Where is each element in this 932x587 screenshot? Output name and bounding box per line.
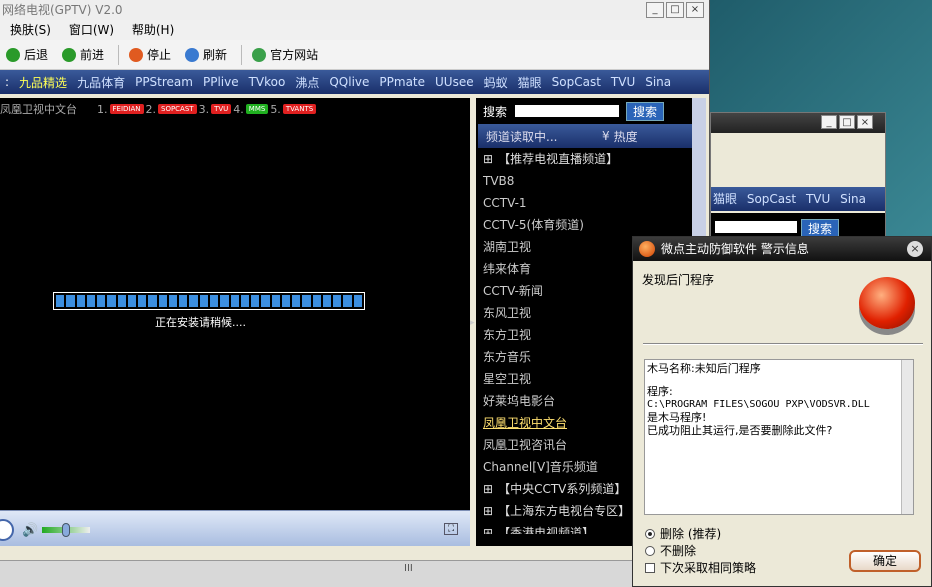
forward-arrow-icon xyxy=(62,47,77,62)
search-input[interactable] xyxy=(515,105,620,117)
menu-bar: 换肤(S) 窗口(W) 帮助(H) xyxy=(0,20,709,40)
expand-icon: ⊞ xyxy=(483,482,494,496)
detail-textarea[interactable]: 木马名称:未知后门程序 程序: C:\PROGRAM FILES\SOGOU P… xyxy=(644,359,914,515)
stop-icon xyxy=(129,47,144,62)
source-tag[interactable]: SOPCAST xyxy=(158,104,197,114)
volume-icon[interactable]: 🔊 xyxy=(22,523,38,538)
alarm-light-icon xyxy=(859,277,915,329)
collapse-arrow-icon[interactable]: ▸ xyxy=(470,318,475,328)
globe-icon xyxy=(252,47,267,62)
same-policy-option[interactable]: 下次采取相同策略 xyxy=(645,559,756,576)
channel-item[interactable]: CCTV-1 xyxy=(476,192,694,214)
nav-item[interactable]: QQlive xyxy=(329,75,369,89)
nav-item[interactable]: UUsee xyxy=(435,75,474,89)
maximize-button[interactable]: □ xyxy=(666,2,684,18)
nav-item[interactable]: 猫眼 xyxy=(518,74,542,91)
fullscreen-icon[interactable]: ⛶ xyxy=(444,523,458,535)
nav-item[interactable]: SopCast xyxy=(552,75,601,89)
dialog-title-bar: 微点主动防御软件 警示信息 × xyxy=(633,237,931,261)
checkbox[interactable] xyxy=(645,562,655,573)
search-button[interactable]: 搜索 xyxy=(626,101,665,121)
bg-maximize-button[interactable]: □ xyxy=(839,115,855,129)
nav-item[interactable]: Sina xyxy=(645,75,671,89)
textarea-scrollbar[interactable] xyxy=(901,360,913,514)
app-logo-icon xyxy=(639,241,655,257)
install-status: 正在安装请稍候.... xyxy=(155,316,246,329)
source-tag[interactable]: TVANTS xyxy=(282,104,317,114)
radio-checked[interactable] xyxy=(645,528,655,539)
bg-close-button[interactable]: × xyxy=(857,115,873,129)
source-tag[interactable]: FEIDIAN xyxy=(109,104,144,114)
loading-text: 频道读取中... xyxy=(486,129,558,144)
channel-item[interactable]: TVB8 xyxy=(476,170,694,192)
title-bar: 网络电视(GPTV) V2.0 _ □ × xyxy=(0,0,709,20)
player-controls: 🔊 ⛶ xyxy=(0,510,470,546)
window-title: 网络电视(GPTV) V2.0 xyxy=(2,3,123,17)
dialog-title: 微点主动防御软件 警示信息 xyxy=(661,242,809,256)
bg-nav-item[interactable]: SopCast xyxy=(747,192,796,206)
back-button[interactable]: 后退 xyxy=(6,46,48,63)
category-nav: : 九品精选 九品体育 PPStream PPlive TVkoo 沸点 QQl… xyxy=(0,70,709,94)
volume-thumb[interactable] xyxy=(62,523,70,537)
radio-unchecked[interactable] xyxy=(645,545,655,556)
nav-item[interactable]: PPlive xyxy=(203,75,239,89)
nav-marker-icon: : xyxy=(5,75,10,89)
video-area[interactable]: 凤凰卫视中文台 1. FEIDIAN 2. SOPCAST 3. TVU 4. MMS … xyxy=(0,98,470,510)
main-window: 网络电视(GPTV) V2.0 _ □ × 换肤(S) 窗口(W) 帮助(H) … xyxy=(0,0,710,560)
bg-search-input[interactable] xyxy=(715,221,797,233)
minimize-button[interactable]: _ xyxy=(646,2,664,18)
refresh-button[interactable]: 刷新 xyxy=(185,46,227,63)
toolbar-divider xyxy=(118,44,120,65)
source-tag[interactable]: MMS xyxy=(245,104,269,114)
source-bar: 凤凰卫视中文台 1. FEIDIAN 2. SOPCAST 3. TVU 4. MMS … xyxy=(0,98,470,120)
forward-button[interactable]: 前进 xyxy=(62,46,104,63)
install-progress-bar xyxy=(53,292,365,310)
menu-help[interactable]: 帮助(H) xyxy=(132,23,174,37)
alert-heading: 发现后门程序 xyxy=(642,273,715,287)
nav-item[interactable]: PPStream xyxy=(135,75,193,89)
play-button[interactable] xyxy=(0,519,14,541)
channel-item[interactable]: CCTV-5(体育频道) xyxy=(476,214,694,236)
background-window: _ □ × 猫眼 SopCast TVU Sina 搜索 xyxy=(710,112,886,253)
back-arrow-icon xyxy=(6,47,20,62)
ok-button[interactable]: 确定 xyxy=(849,550,921,572)
official-site-button[interactable]: 官方网站 xyxy=(252,46,318,63)
stop-button[interactable]: 停止 xyxy=(129,46,171,63)
delete-option[interactable]: 删除 (推荐) xyxy=(645,525,721,542)
refresh-icon xyxy=(185,47,200,62)
file-path: C:\PROGRAM FILES\SOGOU PXP\VODSVR.DLL xyxy=(647,399,870,410)
category-recommend[interactable]: ⊞ 【推荐电视直播频道】 xyxy=(476,148,694,170)
bg-minimize-button[interactable]: _ xyxy=(821,115,837,129)
toolbar-divider xyxy=(241,44,243,65)
expand-icon: ⊞ xyxy=(483,152,494,166)
hot-sort[interactable]: 热度 xyxy=(614,128,638,145)
menu-skin[interactable]: 换肤(S) xyxy=(10,23,51,37)
menu-window[interactable]: 窗口(W) xyxy=(69,23,114,37)
bg-nav-item[interactable]: TVU xyxy=(806,192,830,206)
chevron-down-icon: ¥ xyxy=(602,129,610,143)
nav-item[interactable]: 九品精选 xyxy=(19,74,67,91)
nav-item[interactable]: TVkoo xyxy=(249,75,286,89)
expand-icon: ⊞ xyxy=(483,504,494,518)
alert-dialog: 微点主动防御软件 警示信息 × 发现后门程序 木马名称:未知后门程序 程序: C… xyxy=(632,236,932,587)
nav-item[interactable]: 九品体育 xyxy=(77,74,125,91)
close-icon[interactable]: × xyxy=(907,241,923,257)
scroll-grip-icon: III xyxy=(404,563,413,574)
nav-item[interactable]: PPmate xyxy=(379,75,425,89)
expand-icon: ⊞ xyxy=(483,526,494,534)
nav-item[interactable]: 蚂蚁 xyxy=(484,74,508,91)
nav-item[interactable]: 沸点 xyxy=(295,74,319,91)
keep-option[interactable]: 不删除 xyxy=(645,542,696,559)
bg-nav-item[interactable]: 猫眼 xyxy=(713,192,737,206)
bg-nav-item[interactable]: Sina xyxy=(840,192,866,206)
horizontal-scrollbar[interactable]: III xyxy=(0,560,710,587)
current-channel: 凤凰卫视中文台 xyxy=(0,103,77,116)
toolbar: 后退 前进 停止 刷新 官方网站 xyxy=(0,40,709,70)
close-button[interactable]: × xyxy=(686,2,704,18)
search-label: 搜索 xyxy=(483,104,508,119)
nav-item[interactable]: TVU xyxy=(611,75,635,89)
source-tag[interactable]: TVU xyxy=(211,104,232,114)
divider xyxy=(643,343,923,345)
